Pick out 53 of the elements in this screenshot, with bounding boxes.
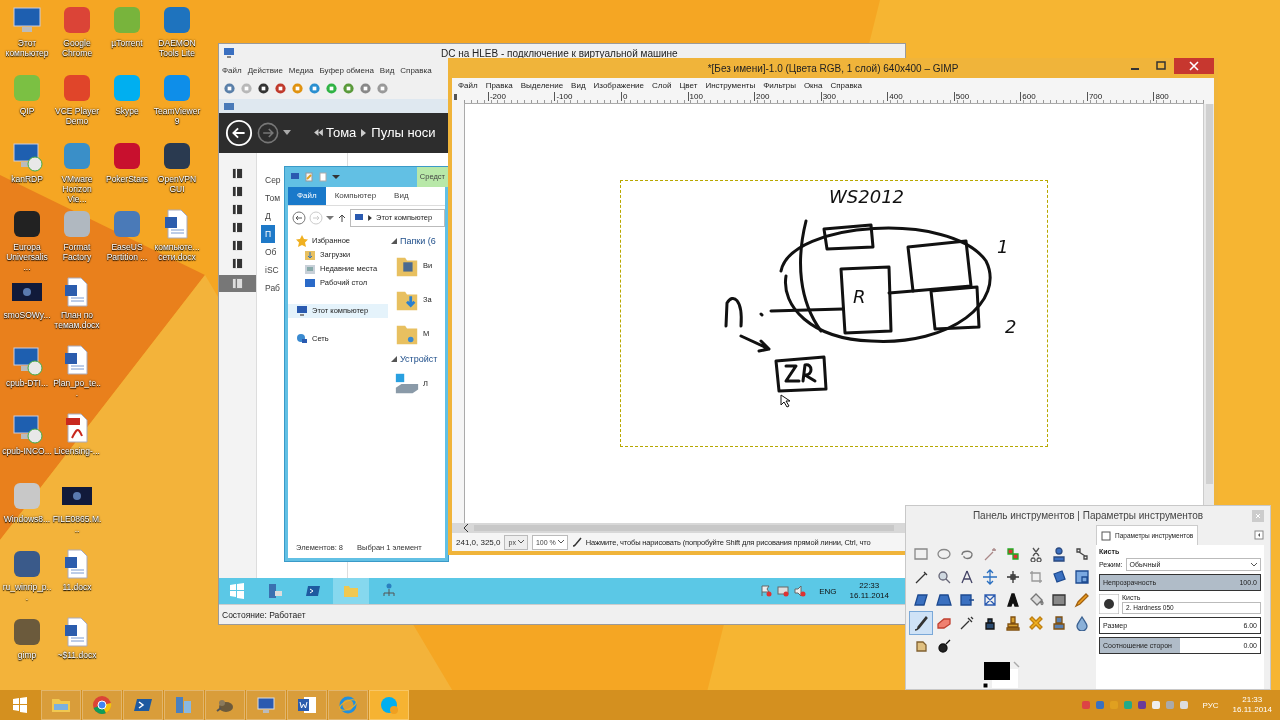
menu-item[interactable]: Правка: [485, 80, 513, 90]
menu-item[interactable]: Выделение: [520, 80, 564, 90]
window-title: DC на HLEB - подключение к виртуальной машине: [441, 47, 678, 59]
menu-item[interactable]: Изображение: [593, 80, 644, 90]
menu-item[interactable]: Окна: [803, 80, 823, 90]
menu-item[interactable]: Вид: [571, 80, 586, 90]
ruler-label: -100: [554, 92, 573, 101]
nav-item[interactable]: Сер: [265, 170, 281, 189]
menu-item[interactable]: Справка: [400, 66, 432, 76]
menu-item[interactable]: Файл: [458, 80, 478, 90]
clock[interactable]: 22:33 16.11.2014: [849, 581, 889, 602]
menu-item[interactable]: Буфер обмена: [319, 66, 374, 76]
handwritten-label: 1: [997, 236, 1009, 257]
nav-item[interactable]: Об: [265, 242, 277, 261]
menu-item[interactable]: Фильтры: [763, 80, 796, 90]
menu-item[interactable]: Файл: [222, 66, 242, 76]
ruler-label: 200: [754, 92, 770, 101]
group-heading: Устройст: [400, 353, 438, 364]
breadcrumb-item[interactable]: Пулы носи: [371, 125, 436, 141]
ribbon-tab[interactable]: Компьютер: [325, 186, 386, 205]
handwritten-label: 2: [1005, 316, 1017, 337]
ruler-label: 600: [1020, 92, 1036, 101]
ruler-label: 700: [1086, 92, 1103, 101]
language-indicator[interactable]: ENG: [819, 586, 837, 596]
menu-item[interactable]: Слой: [652, 80, 672, 90]
ruler-label: 500: [953, 92, 970, 101]
ribbon-tab[interactable]: Файл: [288, 186, 326, 205]
ribbon-tab[interactable]: Вид: [385, 186, 418, 205]
ruler-label: 800: [1153, 92, 1169, 101]
menu-item[interactable]: Инструменты: [705, 80, 756, 90]
ruler-label: 0: [621, 92, 628, 101]
pointer-coordinates: 241,0, 325,0: [456, 537, 501, 547]
menu-item[interactable]: Медиа: [288, 66, 314, 76]
menu-item[interactable]: Вид: [379, 66, 395, 76]
handwritten-label: R: [853, 286, 866, 307]
nav-item[interactable]: Раб: [265, 278, 280, 297]
window-title: *[Без имени]-1.0 (Цвета RGB, 1 слой) 640x400 – GIMP: [707, 62, 959, 74]
nav-item[interactable]: iSC: [265, 260, 279, 279]
status-text: Состояние: Работает: [222, 609, 306, 620]
group-heading: Папки (6: [400, 235, 436, 246]
handwritten-label: WS2012: [829, 186, 905, 207]
nav-item[interactable]: Д: [265, 206, 271, 225]
nav-item[interactable]: Том: [265, 188, 281, 207]
ruler-label: 100: [687, 92, 703, 101]
menu-item[interactable]: Цвет: [679, 80, 698, 90]
menu-item[interactable]: Справка: [830, 80, 862, 90]
ruler-label: 300: [820, 92, 837, 101]
menu-item[interactable]: Действие: [247, 66, 283, 76]
nav-item[interactable]: П: [261, 224, 276, 243]
ruler-label: -200: [487, 92, 506, 101]
ruler-label: 400: [887, 92, 903, 101]
breadcrumb-item[interactable]: Тома: [326, 125, 357, 141]
window-title: Панель инструментов | Параметры инструментов: [972, 510, 1204, 521]
